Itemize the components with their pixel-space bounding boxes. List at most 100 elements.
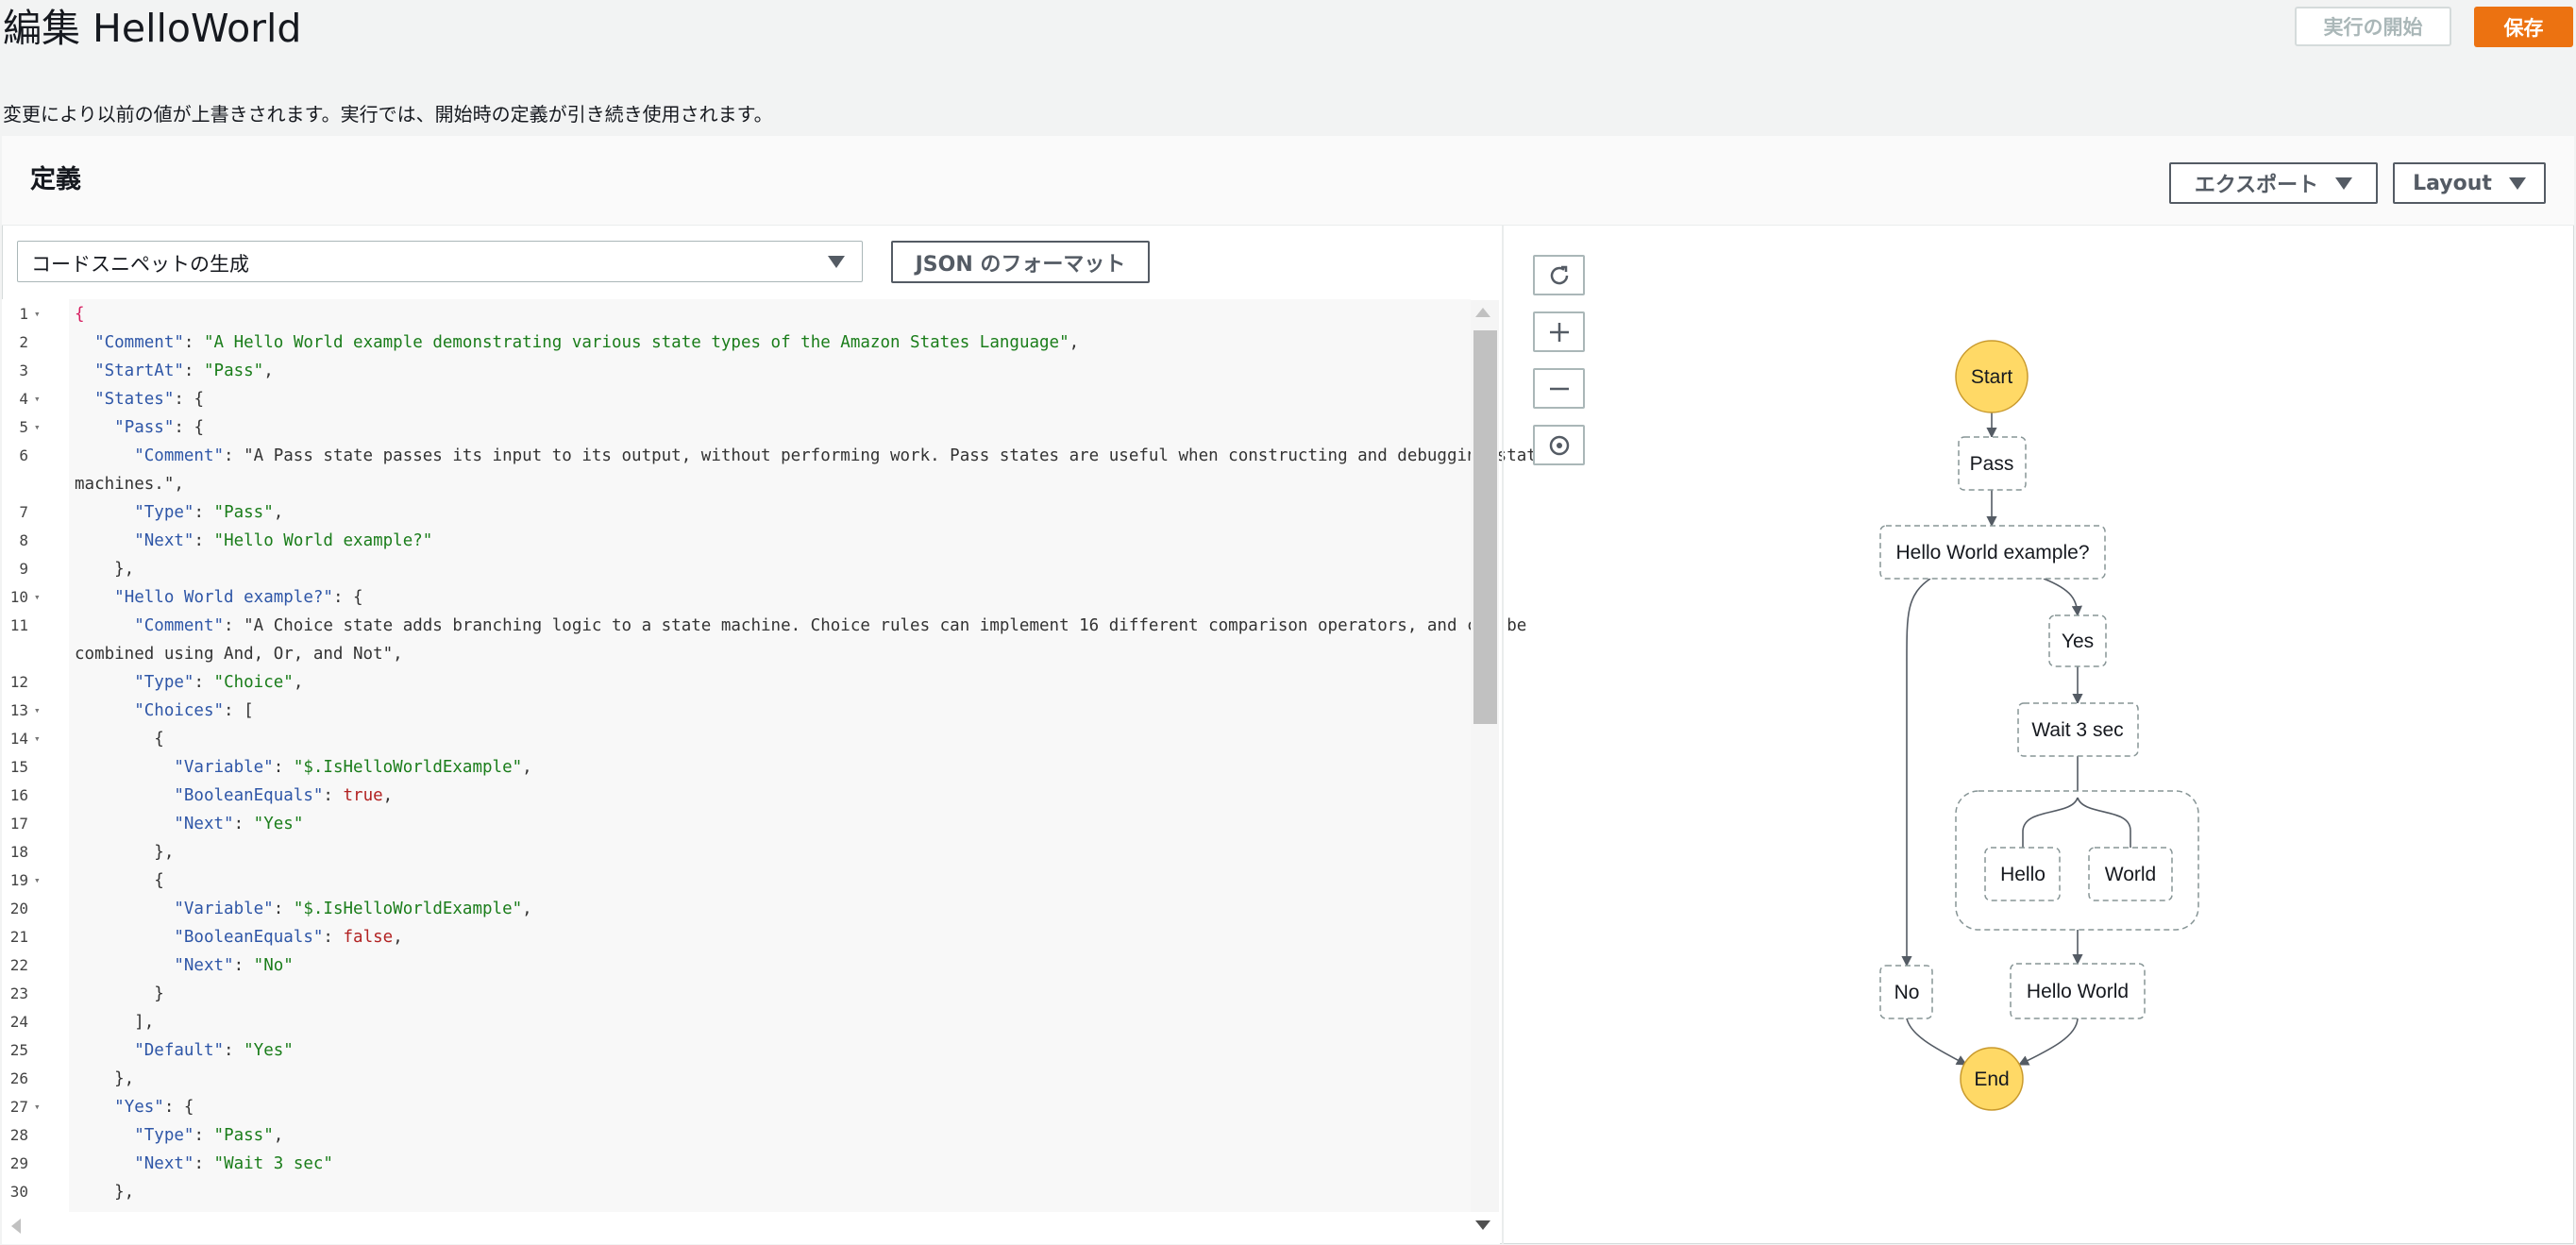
line-number: 15 [9,758,28,776]
code-text: "Next": "Yes" [174,815,304,833]
edge-choice-no [1901,578,1931,967]
line-number: 11 [9,616,28,634]
code-text: "Hello World example?": { [114,588,363,607]
code-text: "Choices": [ [134,701,254,720]
line-number: 21 [9,928,28,946]
line-number: 6 [19,446,28,464]
node-world[interactable]: World [2088,847,2173,901]
start-execution-button[interactable]: 実行の開始 [2295,7,2451,46]
line-number: 8 [19,531,28,549]
node-choice-label: Hello World example? [1895,542,2089,564]
code-text: "StartAt": "Pass", [94,362,274,380]
code-text: combined using And, Or, and Not", [75,645,403,664]
code-text: "BooleanEquals": true, [174,786,394,805]
caret-down-icon [828,256,845,268]
line-number: 1 [19,305,28,323]
line-number: 27 [9,1098,28,1116]
fold-toggle-icon[interactable]: ▾ [34,413,41,442]
line-number: 10 [9,588,28,606]
node-hello-world-label: Hello World [2027,981,2129,1002]
fold-toggle-icon[interactable]: ▾ [34,725,41,753]
fold-toggle-icon[interactable]: ▾ [34,385,41,413]
fold-toggle-icon[interactable]: ▾ [34,697,41,725]
node-yes-label: Yes [2062,631,2094,652]
line-number: 13 [9,701,28,719]
line-number: 3 [19,362,28,379]
code-text: "Comment": "A Pass state passes its inpu… [134,446,1547,465]
caret-down-icon [2335,177,2353,190]
vertical-scrollbar-thumb[interactable] [1473,330,1497,724]
line-number: 26 [9,1069,28,1087]
line-number: 17 [9,815,28,833]
code-snippet-select-label: コードスニペットの生成 [31,253,249,276]
layout-button[interactable]: Layout [2393,162,2546,204]
code-text: "BooleanEquals": false, [174,928,403,947]
code-text: }, [75,560,135,579]
node-end-label: End [1974,1068,2009,1090]
line-number: 5 [19,418,28,436]
code-snippet-select[interactable]: コードスニペットの生成 [17,241,863,282]
export-button[interactable]: エクスポート [2169,162,2378,204]
fold-toggle-icon[interactable]: ▾ [34,300,41,328]
node-hello[interactable]: Hello [1984,847,2061,901]
save-button[interactable]: 保存 [2474,7,2573,47]
line-number: 16 [9,786,28,804]
code-text: "Next": "No" [174,956,294,975]
code-text: "Type": "Pass", [134,1126,284,1145]
line-number: 12 [9,673,28,691]
line-number: 23 [9,984,28,1002]
line-number: 14 [9,730,28,748]
line-number: 7 [19,503,28,521]
code-text: { [75,730,164,749]
line-number: 28 [9,1126,28,1144]
edge-choice-yes [2043,578,2082,617]
node-start[interactable]: Start [1955,340,2029,413]
fold-toggle-icon[interactable]: ▾ [34,583,41,612]
json-format-button[interactable]: JSON のフォーマット [891,241,1150,283]
workflow-graph[interactable]: Start Pass Hello World example? Yes Wait… [1505,227,2573,1242]
panel-title: 定義 [30,165,81,194]
code-text: "Comment": "A Choice state adds branchin… [134,616,1527,635]
node-start-label: Start [1971,366,2013,388]
overwrite-notice: 変更により以前の値が上書きされます。実行では、開始時の定義が引き続き使用されます… [3,103,773,126]
node-choice[interactable]: Hello World example? [1879,525,2106,580]
code-text: "Comment": "A Hello World example demons… [94,333,1080,352]
scroll-left-icon[interactable] [11,1219,21,1234]
scroll-down-icon[interactable] [1475,1220,1490,1230]
line-number: 29 [9,1154,28,1172]
code-text: "Variable": "$.IsHelloWorldExample", [174,900,532,918]
node-no[interactable]: No [1879,965,1933,1019]
code-text: { [75,305,85,324]
node-yes[interactable]: Yes [2048,614,2107,667]
line-number: 25 [9,1041,28,1059]
edge-no-end [1906,1018,1967,1066]
code-text: "Next": "Wait 3 sec" [134,1154,333,1173]
line-number: 20 [9,900,28,917]
node-wait-label: Wait 3 sec [2031,719,2123,741]
code-text: "Variable": "$.IsHelloWorldExample", [174,758,532,777]
line-number: 9 [19,560,28,578]
node-end[interactable]: End [1960,1047,2024,1111]
node-hello-world[interactable]: Hello World [2010,963,2146,1019]
node-wait[interactable]: Wait 3 sec [2017,702,2139,757]
edge-helloworld-end [2017,1018,2079,1066]
node-pass[interactable]: Pass [1958,436,2027,491]
layout-label: Layout [2413,171,2492,195]
fold-toggle-icon[interactable]: ▾ [34,1093,41,1121]
code-text: "States": { [94,390,204,409]
code-text: ], [75,1013,155,1032]
line-number: 2 [19,333,28,351]
code-text: "Yes": { [114,1098,194,1117]
code-text: "Type": "Pass", [134,503,284,522]
line-number: 30 [9,1183,28,1201]
code-text: "Default": "Yes" [134,1041,294,1060]
edge-branch-world [2077,797,2131,848]
code-text: }, [75,1069,135,1088]
code-text: "Pass": { [114,418,204,437]
scroll-up-icon[interactable] [1475,308,1490,317]
code-text: "Next": "Hello World example?" [134,531,433,550]
line-number: 24 [9,1013,28,1031]
fold-toggle-icon[interactable]: ▾ [34,866,41,895]
split-divider[interactable] [1502,226,1504,1244]
line-number: 19 [9,871,28,889]
